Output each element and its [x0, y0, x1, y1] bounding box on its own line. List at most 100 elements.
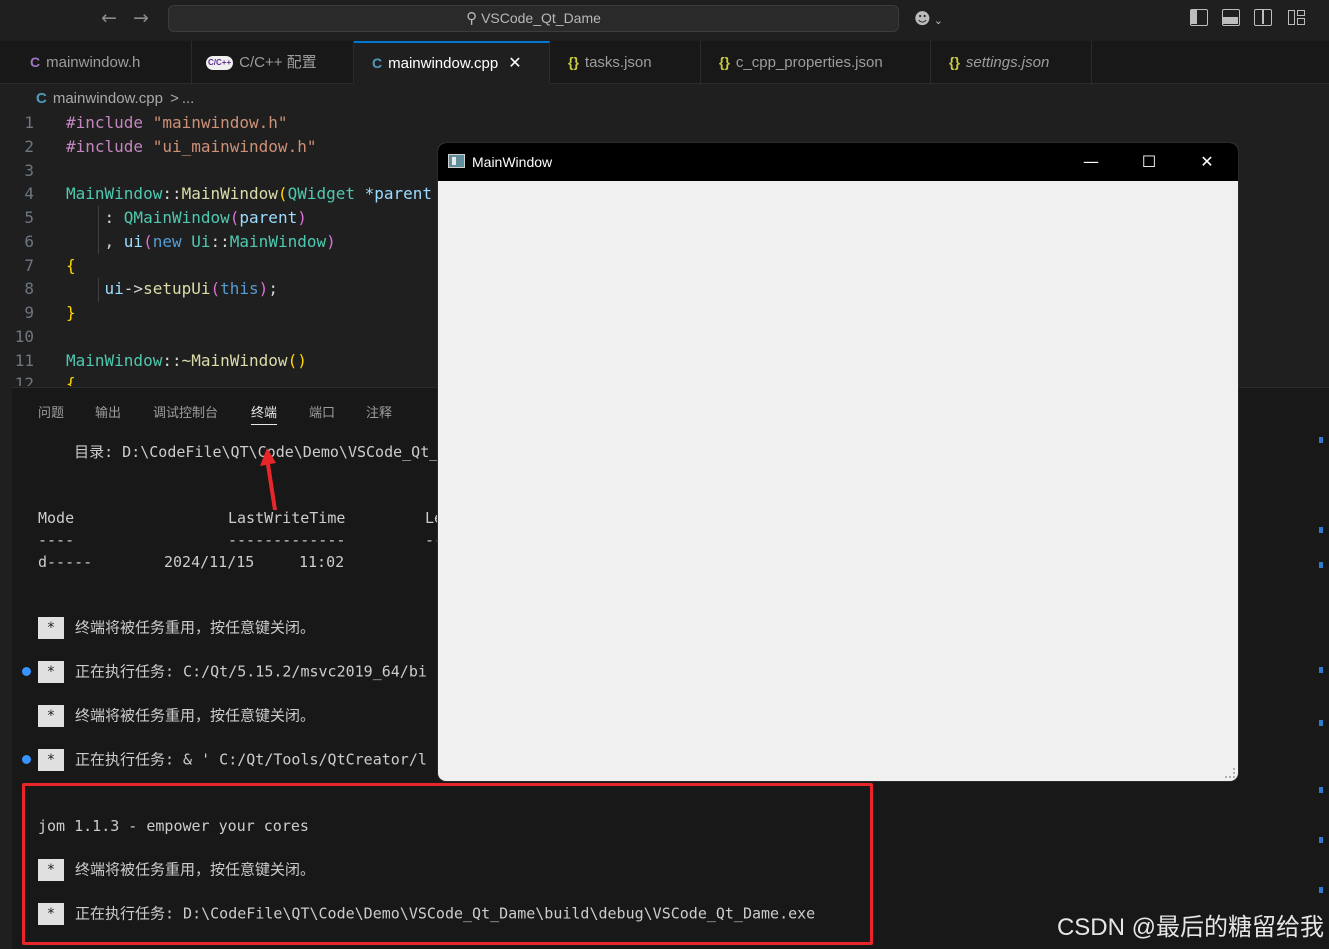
cpp-file-icon: C — [372, 55, 383, 71]
code-line: 7{ — [12, 254, 440, 278]
tab-output[interactable]: 输出 — [95, 402, 121, 421]
breadcrumb-more[interactable]: ... — [182, 90, 195, 107]
breadcrumb-file[interactable]: mainwindow.cpp — [53, 90, 163, 107]
code-line: 12 { — [12, 372, 440, 386]
code-token: ) — [258, 279, 269, 298]
annotation-highlight-box — [22, 783, 873, 945]
terminal-line: * 终端将被任务重用，按任意键关闭。 — [38, 705, 315, 727]
code-line: 8 ui->setupUi(this); — [12, 277, 440, 301]
terminal-message: 终端将被任务重用，按任意键关闭。 — [75, 706, 316, 725]
code-token: ui — [104, 279, 124, 298]
tab-mainwindow-cpp[interactable]: Cmainwindow.cpp ✕ — [354, 41, 550, 84]
qt-window-title: MainWindow — [472, 154, 553, 170]
code-line: 10 — [12, 325, 440, 349]
annotation-arrow — [260, 448, 277, 510]
copilot-icon[interactable]: ☻ ⌄ — [914, 8, 952, 30]
chevron-down-icon: ⌄ — [933, 14, 943, 27]
line-number: 10 — [14, 327, 34, 346]
code-line: 5 : QMainWindow(parent) — [12, 206, 440, 230]
terminal-header: Mode — [38, 509, 75, 527]
tab-label: c_cpp_properties.json — [735, 54, 883, 71]
cpp-extension-icon: C/C++ — [206, 56, 234, 71]
terminal-line: * 终端将被任务重用，按任意键关闭。 — [38, 617, 315, 639]
code-token: ( — [210, 279, 221, 298]
json-file-icon: {} — [719, 54, 730, 70]
c-file-icon: C — [30, 54, 41, 70]
line-number: 4 — [24, 184, 34, 203]
tab-c-cpp-properties-json[interactable]: {} c_cpp_properties.json — [701, 41, 931, 84]
window-icon — [448, 154, 465, 168]
tab-label: C/C++ 配置 — [239, 54, 317, 71]
command-decoration-dot[interactable] — [22, 667, 31, 676]
code-token: setupUi — [143, 279, 211, 298]
resize-grip-icon[interactable] — [1225, 768, 1235, 778]
code-token: MainWindow — [229, 232, 327, 251]
code-token: "mainwindow.h" — [152, 113, 288, 132]
title-bar: ← → ⚲ VSCode_Qt_Dame ☻ ⌄ — [0, 0, 1329, 40]
code-token: "ui_mainwindow.h" — [152, 137, 317, 156]
tab-terminal[interactable]: 终端 — [251, 402, 278, 425]
command-decoration-dot[interactable] — [22, 755, 31, 764]
code-token: ) — [326, 232, 336, 251]
tab-label: settings.json — [965, 54, 1050, 71]
code-token: { — [66, 374, 76, 386]
json-file-icon: {} — [949, 54, 960, 70]
tab-debug-console[interactable]: 调试控制台 — [153, 402, 218, 421]
tab-cpp-config[interactable]: C/C++ C/C++ 配置 — [192, 41, 354, 84]
code-token: ~MainWindow — [181, 351, 288, 370]
code-token: -> — [123, 279, 144, 298]
code-token: () — [287, 351, 307, 370]
tab-comments[interactable]: 注释 — [366, 402, 392, 421]
tab-tasks-json[interactable]: {} tasks.json — [550, 41, 701, 84]
toggle-secondary-sidebar-icon[interactable] — [1254, 9, 1272, 26]
minimize-button[interactable]: — — [1062, 143, 1120, 181]
code-line: 6 , ui(new Ui::MainWindow) — [12, 230, 440, 254]
arrow-left-icon[interactable]: ← — [97, 6, 121, 30]
code-editor[interactable]: 1 #include "mainwindow.h" 2 #include "ui_m… — [12, 110, 440, 386]
terminal-line: 目录: D:\CodeFile\QT\Code\Demo\VSCode_Qt_ — [38, 443, 439, 461]
watermark: CSDN @最后的糖留给我 — [1056, 914, 1324, 941]
qt-title-bar[interactable]: MainWindow — ☐ ✕ — [438, 143, 1238, 181]
tab-label: tasks.json — [584, 54, 652, 71]
close-icon[interactable]: ✕ — [508, 55, 521, 72]
code-token: :: — [162, 351, 182, 370]
tab-problems[interactable]: 问题 — [38, 402, 64, 421]
code-token: :: — [210, 232, 230, 251]
code-token: ) — [297, 208, 307, 227]
task-star-badge: * — [38, 617, 64, 639]
line-number: 7 — [24, 256, 34, 275]
code-token: parent — [239, 208, 298, 227]
terminal-dash: ---- — [38, 531, 75, 549]
code-token: QMainWindow — [123, 208, 230, 227]
tab-label: mainwindow.h — [46, 54, 141, 71]
line-number: 1 — [24, 113, 34, 132]
toggle-primary-sidebar-icon[interactable] — [1190, 9, 1208, 26]
customize-layout-icon[interactable] — [1288, 9, 1306, 26]
toggle-panel-icon[interactable] — [1222, 9, 1240, 26]
close-button[interactable]: ✕ — [1178, 143, 1236, 181]
terminal-scrollbar[interactable] — [1319, 437, 1323, 937]
code-token: : — [104, 208, 124, 227]
code-line: 11 MainWindow::~MainWindow() — [12, 349, 440, 373]
code-token: MainWindow — [66, 351, 163, 370]
tab-mainwindow-h[interactable]: Cmainwindow.h — [12, 41, 192, 84]
code-token: MainWindow — [181, 184, 278, 203]
code-token: this — [220, 279, 259, 298]
maximize-button[interactable]: ☐ — [1120, 143, 1178, 181]
code-token: ui — [123, 232, 144, 251]
line-number: 9 — [24, 303, 34, 322]
code-line: 1 #include "mainwindow.h" — [12, 111, 440, 135]
command-center-search[interactable]: ⚲ VSCode_Qt_Dame — [168, 5, 899, 32]
tab-label: mainwindow.cpp — [388, 55, 499, 72]
code-line: 4 MainWindow::MainWindow(QWidget *parent — [12, 182, 440, 206]
tab-settings-json[interactable]: {} settings.json — [931, 41, 1092, 84]
terminal-message: 正在执行任务: C:/Qt/5.15.2/msvc2019_64/bi — [75, 662, 427, 681]
tab-ports[interactable]: 端口 — [309, 402, 335, 421]
terminal-message: 正在执行任务: & ' C:/Qt/Tools/QtCreator/l — [75, 750, 427, 769]
code-token: *parent — [355, 184, 433, 203]
json-file-icon: {} — [568, 54, 579, 70]
code-token: #include — [66, 113, 144, 132]
arrow-right-icon[interactable]: → — [129, 6, 153, 30]
qt-main-window[interactable]: MainWindow — ☐ ✕ — [438, 143, 1238, 781]
breadcrumb: Cmainwindow.cpp >... — [36, 88, 194, 110]
